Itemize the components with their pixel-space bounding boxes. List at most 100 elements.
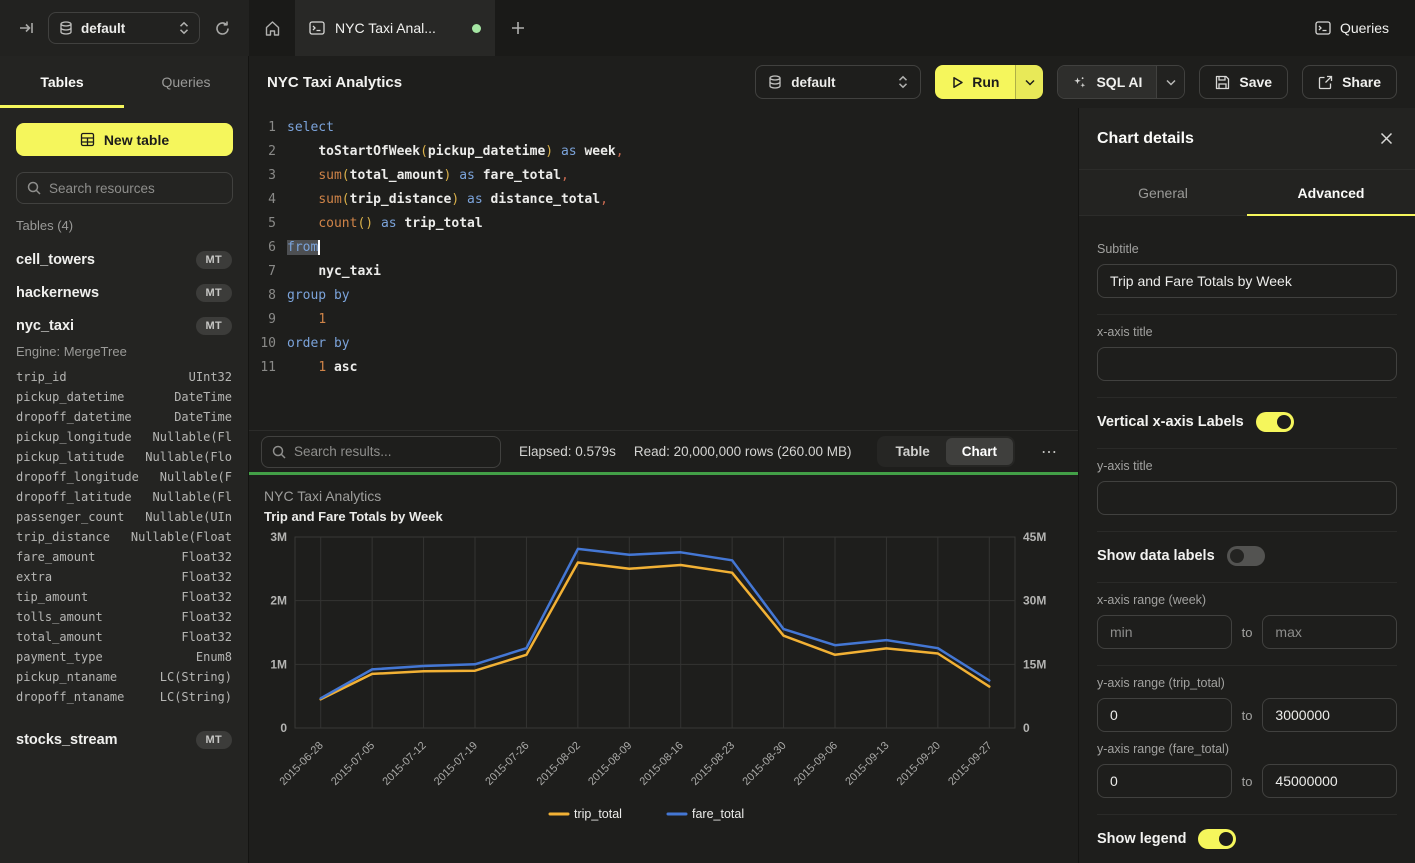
nyc-taxi-columns-list: trip_idUInt32pickup_datetimeDateTimedrop… (0, 367, 248, 713)
chart-details-title: Chart details (1097, 130, 1376, 148)
column-type: Float32 (181, 590, 232, 604)
subtitle-input[interactable] (1097, 264, 1397, 298)
divider (1097, 314, 1397, 315)
line-number: 5 (249, 212, 287, 236)
x-tick-label: 2015-08-09 (586, 740, 634, 788)
tables-section-title: Tables (4) (16, 218, 232, 233)
code-token: asc (334, 360, 357, 375)
x-axis-range-label: x-axis range (week) (1097, 593, 1397, 607)
code-line: from (287, 236, 1078, 260)
queries-button[interactable]: Queries (1289, 0, 1415, 56)
column-row: trip_distanceNullable(Float (16, 527, 232, 547)
y-axis-range-fare-max-input[interactable] (1262, 764, 1397, 798)
home-button[interactable] (249, 0, 295, 56)
terminal-icon (309, 21, 325, 35)
code-token (287, 168, 318, 183)
view-table-button[interactable]: Table (879, 438, 945, 465)
column-type: UInt32 (189, 370, 232, 384)
column-name: pickup_datetime (16, 390, 174, 404)
toggle-knob (1219, 832, 1233, 846)
vertical-x-labels-toggle[interactable] (1256, 412, 1294, 432)
y-axis-range-trip-min-input[interactable] (1097, 698, 1232, 732)
run-options-button[interactable] (1015, 65, 1043, 99)
code-line: group by (287, 284, 1078, 308)
column-row: pickup_datetimeDateTime (16, 387, 232, 407)
y-axis-range-trip-max-input[interactable] (1262, 698, 1397, 732)
sidebar-tab-queries[interactable]: Queries (124, 56, 248, 108)
new-tab-button[interactable] (495, 0, 541, 56)
sidebar-top-bar: default (0, 0, 249, 56)
database-icon (59, 21, 73, 36)
results-chart: NYC Taxi AnalyticsTrip and Fare Totals b… (249, 475, 1078, 863)
column-type: Nullable(UIn (145, 510, 232, 524)
sql-ai-button[interactable]: SQL AI (1058, 66, 1156, 98)
toolbar-database-selector[interactable]: default (755, 65, 921, 99)
column-type: Float32 (181, 610, 232, 624)
divider (1097, 814, 1397, 815)
search-icon (272, 445, 286, 459)
save-button[interactable]: Save (1199, 65, 1288, 99)
database-icon (768, 75, 782, 90)
legend-label-fare_total[interactable]: fare_total (692, 807, 744, 821)
x-axis-title-input[interactable] (1097, 347, 1397, 381)
line-number: 9 (249, 308, 287, 332)
column-type: Nullable(Fl (153, 490, 232, 504)
table-grid-icon (80, 132, 95, 147)
x-tick-label: 2015-09-13 (843, 740, 891, 788)
table-item-hackernews[interactable]: hackernews MT (0, 276, 248, 309)
tab-general[interactable]: General (1079, 170, 1247, 215)
new-table-button[interactable]: New table (16, 123, 233, 156)
view-switcher: Table Chart (877, 436, 1015, 467)
tab-nyc-taxi-analytics[interactable]: NYC Taxi Anal... (295, 0, 495, 56)
column-name: pickup_ntaname (16, 670, 160, 684)
chart-details-tabs: General Advanced (1079, 170, 1415, 216)
sql-ai-button-group: SQL AI (1057, 65, 1185, 99)
collapse-sidebar-button[interactable] (14, 16, 38, 40)
sql-ai-options-button[interactable] (1156, 66, 1184, 98)
sidebar-tab-tables[interactable]: Tables (0, 56, 124, 108)
y-left-tick: 1M (270, 657, 287, 671)
refresh-button[interactable] (210, 16, 235, 41)
x-axis-range-max-input[interactable] (1262, 615, 1397, 649)
sidebar-search-input[interactable] (49, 181, 222, 196)
code-token (553, 144, 561, 159)
code-token (287, 360, 318, 375)
table-item-stocks-stream[interactable]: stocks_stream MT (0, 723, 248, 756)
sql-editor[interactable]: 1234567891011 select toStartOfWeek(picku… (249, 108, 1078, 430)
share-button[interactable]: Share (1302, 65, 1397, 99)
database-selector[interactable]: default (48, 12, 200, 44)
main-area: New table Tables (4) cell_towers MT hack… (0, 108, 1415, 863)
close-panel-button[interactable] (1376, 128, 1397, 149)
legend-label-trip_total[interactable]: trip_total (574, 807, 622, 821)
vertical-x-labels-row: Vertical x-axis Labels (1097, 412, 1397, 432)
ellipsis-icon: ⋯ (1041, 444, 1058, 461)
y-axis-title-input[interactable] (1097, 481, 1397, 515)
code-token: trip_distance (350, 192, 452, 207)
results-more-button[interactable]: ⋯ (1033, 438, 1066, 466)
code-token (287, 216, 318, 231)
code-token (373, 216, 381, 231)
tab-advanced[interactable]: Advanced (1247, 170, 1415, 215)
table-item-nyc-taxi[interactable]: nyc_taxi MT (0, 309, 248, 342)
code-token: group by (287, 288, 350, 303)
table-engine-badge: MT (196, 251, 232, 269)
code-token: count (318, 216, 357, 231)
editor-code[interactable]: select toStartOfWeek(pickup_datetime) as… (287, 116, 1078, 430)
y-axis-range-fare-min-input[interactable] (1097, 764, 1232, 798)
sidebar-search (16, 172, 233, 204)
column-row: dropoff_datetimeDateTime (16, 407, 232, 427)
results-search-input[interactable] (294, 444, 490, 459)
table-item-cell-towers[interactable]: cell_towers MT (0, 243, 248, 276)
x-axis-range-min-input[interactable] (1097, 615, 1232, 649)
chart-details-panel: Chart details General Advanced Subtitle … (1078, 108, 1415, 863)
home-icon (264, 20, 281, 37)
chart-title: NYC Taxi Analytics (264, 488, 381, 504)
show-legend-toggle[interactable] (1198, 829, 1236, 849)
show-data-labels-toggle[interactable] (1227, 546, 1265, 566)
run-button[interactable]: Run (935, 65, 1015, 99)
to-label: to (1242, 774, 1253, 789)
view-chart-button[interactable]: Chart (946, 438, 1013, 465)
code-token: as (561, 144, 577, 159)
column-type: DateTime (174, 410, 232, 424)
column-row: tolls_amountFloat32 (16, 607, 232, 627)
